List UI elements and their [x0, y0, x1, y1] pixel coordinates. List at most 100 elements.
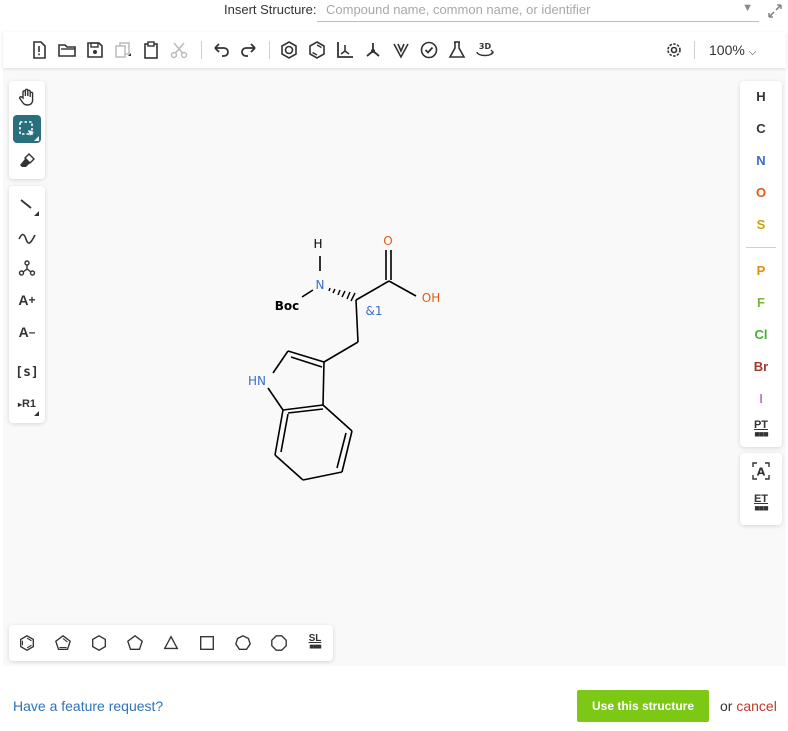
structure-library-button[interactable]: SL ■■■: [302, 630, 328, 656]
svg-text:3D: 3D: [479, 42, 492, 51]
charge-minus-label: A: [18, 324, 29, 340]
undo-icon[interactable]: [209, 38, 233, 62]
atom-h-button[interactable]: H: [740, 83, 782, 109]
atom-symbol: F: [757, 294, 765, 310]
atom-p-button[interactable]: P: [740, 257, 782, 283]
expand-icon[interactable]: [766, 2, 784, 20]
cyclopentane-icon[interactable]: [122, 630, 148, 656]
atom-panel-separator: [746, 247, 776, 248]
atom-c-button[interactable]: C: [740, 115, 782, 141]
atom-symbol: S: [756, 216, 766, 232]
cycloheptane-icon[interactable]: [230, 630, 256, 656]
charge-plus-button[interactable]: A +: [13, 286, 41, 314]
atom-o-button[interactable]: O: [740, 179, 782, 205]
feature-request-link[interactable]: Have a feature request?: [13, 698, 163, 714]
periodic-table-grid-icon: ■■■: [754, 429, 768, 439]
atom-f-button[interactable]: F: [740, 289, 782, 315]
hand-tool-icon[interactable]: [13, 83, 41, 111]
insert-structure-field[interactable]: ▼: [317, 0, 759, 22]
rgroup-button[interactable]: ▸ R1: [13, 390, 41, 418]
paste-icon[interactable]: [139, 38, 163, 62]
any-atom-icon[interactable]: A: [740, 458, 782, 484]
shapes-panel: SL ■■■: [9, 625, 333, 661]
molecule-structure[interactable]: H N Boc O OH &1 HN: [240, 225, 470, 495]
cancel-area: or cancel: [720, 698, 777, 714]
atom-symbol: C: [756, 120, 766, 136]
dropdown-caret-icon[interactable]: ▼: [742, 2, 753, 14]
svg-text:A: A: [757, 466, 766, 479]
toolbar-separator: [694, 41, 695, 59]
atom-symbol: P: [756, 262, 766, 278]
benzene-icon[interactable]: [14, 630, 40, 656]
stereo-icon[interactable]: [389, 38, 413, 62]
eraser-tool-icon[interactable]: [13, 147, 41, 175]
sgroup-button[interactable]: [s]: [13, 358, 41, 386]
insert-structure-bar: Insert Structure: ▼: [0, 0, 788, 26]
clean-icon[interactable]: [361, 38, 385, 62]
toolbar-separator: [269, 41, 270, 59]
rgroup-label: R1: [21, 398, 37, 410]
zoom-selector[interactable]: 100% ⌵: [709, 42, 756, 58]
check-icon[interactable]: [417, 38, 441, 62]
atom-symbol: N: [756, 152, 766, 168]
single-bond-tool-icon[interactable]: [13, 190, 41, 218]
atom-s-button[interactable]: S: [740, 211, 782, 237]
cyclooctane-icon[interactable]: [266, 630, 292, 656]
cyclopropane-icon[interactable]: [158, 630, 184, 656]
periodic-table-button[interactable]: PT ■■■: [740, 417, 782, 443]
atom-symbol: O: [755, 184, 767, 200]
atom-label-o: O: [383, 234, 392, 248]
redo-icon[interactable]: [237, 38, 261, 62]
rgroup-fragment-icon[interactable]: [13, 254, 41, 282]
extended-table-button[interactable]: ET ■■■: [740, 491, 782, 517]
insert-structure-input[interactable]: [317, 0, 746, 19]
cyclopentadiene-icon[interactable]: [50, 630, 76, 656]
charge-plus-label: A: [18, 292, 29, 308]
copy-icon[interactable]: [111, 38, 135, 62]
toolbar-separator: [201, 41, 202, 59]
sgroup-label: [s]: [15, 364, 39, 380]
atom-panel: H C N O S P F Cl Br I PT ■■■: [740, 81, 782, 447]
cyclohexane-icon[interactable]: [86, 630, 112, 656]
atom-n-button[interactable]: N: [740, 147, 782, 173]
calculate-icon[interactable]: [445, 38, 469, 62]
settings-icon[interactable]: [662, 38, 686, 62]
left-panel-draw-tools: A + A – [s] ▸ R1: [9, 186, 45, 423]
charge-minus-button[interactable]: A –: [13, 318, 41, 346]
atom-i-button[interactable]: I: [740, 385, 782, 411]
aromatize-icon[interactable]: [277, 38, 301, 62]
cyclobutane-icon[interactable]: [194, 630, 220, 656]
atom-symbol: H: [756, 88, 766, 104]
save-icon[interactable]: [83, 38, 107, 62]
dearomatize-icon[interactable]: [305, 38, 329, 62]
insert-structure-label: Insert Structure:: [224, 2, 317, 17]
atom-br-button[interactable]: Br: [740, 353, 782, 379]
extended-table-grid-icon: ■■■: [754, 503, 768, 513]
atom-panel-extra: A ET ■■■: [740, 453, 782, 525]
use-structure-button[interactable]: Use this structure: [577, 690, 709, 722]
atom-label-oh: OH: [422, 291, 440, 305]
top-toolbar: 3D 100% ⌵: [3, 32, 786, 68]
chevron-down-icon: ⌵: [748, 47, 757, 58]
stereo-label: &1: [366, 304, 383, 318]
atom-cl-button[interactable]: Cl: [740, 321, 782, 347]
left-panel-select-tools: [9, 81, 45, 179]
or-label: or: [720, 698, 733, 714]
atom-symbol: Cl: [754, 326, 768, 342]
cancel-link[interactable]: cancel: [736, 698, 776, 714]
3d-view-icon[interactable]: 3D: [473, 38, 497, 62]
cut-icon[interactable]: [167, 38, 191, 62]
structure-library-grid-icon: ■■■: [309, 642, 321, 651]
selection-tool-icon[interactable]: [13, 115, 41, 143]
layout-icon[interactable]: [333, 38, 357, 62]
atom-symbol: I: [759, 390, 763, 406]
atom-symbol: Br: [753, 358, 769, 374]
zoom-value: 100%: [709, 42, 745, 58]
atom-label-h: H: [313, 237, 322, 251]
atom-label-n: N: [316, 278, 325, 292]
open-icon[interactable]: [55, 38, 79, 62]
new-file-icon[interactable]: [27, 38, 51, 62]
atom-label-boc: Boc: [275, 299, 300, 313]
atom-label-hn: HN: [248, 374, 266, 388]
chain-tool-icon[interactable]: [13, 222, 41, 250]
